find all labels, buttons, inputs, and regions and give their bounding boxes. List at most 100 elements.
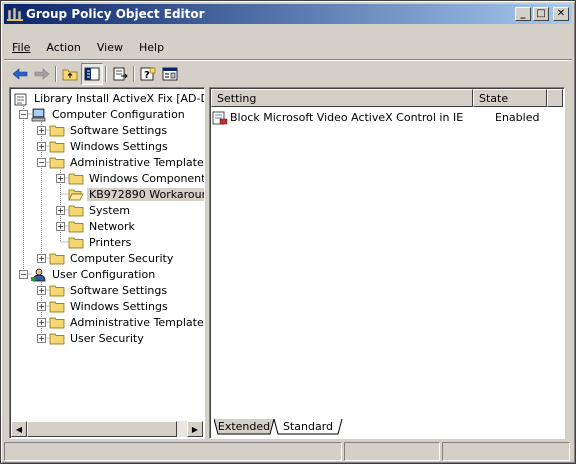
folder-icon (68, 172, 84, 185)
folder-icon (68, 220, 84, 233)
folder-icon (49, 252, 65, 265)
tree-uc-software-settings-label: Software Settings (70, 283, 168, 297)
scroll-right-icon[interactable]: ▶ (187, 421, 203, 437)
tree-kb972890-workaround[interactable]: KB972890 Workaround (68, 186, 204, 202)
tree-uc-administrative-templates[interactable]: + Administrative Templates (37, 314, 205, 330)
scroll-left-icon[interactable]: ◀ (11, 421, 27, 437)
tree-uc-windows-settings-label: Windows Settings (70, 299, 168, 313)
user-icon (31, 268, 47, 281)
minimize-button[interactable]: _ (515, 7, 531, 21)
menu-help-label: Help (138, 40, 165, 54)
forward-icon[interactable] (31, 63, 53, 85)
open-folder-icon (68, 188, 84, 201)
status-cell-3 (442, 442, 570, 461)
console-tree: Library Install ActiveX Fix [AD-DC-f − C… (10, 88, 204, 422)
window-title: Group Policy Object Editor (26, 7, 205, 21)
column-header-state[interactable]: State (473, 89, 547, 107)
setting-state: Enabled (495, 110, 540, 124)
tree-uc-windows-settings[interactable]: + Windows Settings (37, 298, 170, 314)
menu-view[interactable]: View (89, 39, 131, 56)
gpo-editor-window: Group Policy Object Editor _ □ ✕ File Ac… (0, 0, 576, 464)
collapse-icon[interactable]: − (19, 109, 28, 119)
expand-icon[interactable]: + (37, 253, 46, 263)
tree-uc-software-settings[interactable]: + Software Settings (37, 282, 169, 298)
details-pane[interactable]: Setting State Block Microsoft Video Acti… (209, 87, 565, 439)
group-policy-icon (7, 6, 23, 22)
tree-uc-administrative-templates-label: Administrative Templates (70, 315, 205, 329)
collapse-icon[interactable]: − (37, 157, 46, 167)
tree-user-security[interactable]: + User Security (37, 330, 146, 346)
menu-view-label: View (96, 40, 123, 54)
expand-icon[interactable]: + (37, 317, 46, 327)
expand-icon[interactable]: + (37, 301, 46, 311)
menu-file[interactable]: File (4, 39, 38, 56)
expand-icon[interactable]: + (56, 221, 65, 231)
expand-icon[interactable]: + (37, 285, 46, 295)
expand-icon[interactable]: + (37, 141, 46, 151)
expand-icon[interactable]: + (56, 205, 65, 215)
tree-computer-configuration-label: Computer Configuration (52, 107, 185, 121)
toolbar-separator (53, 64, 59, 84)
tree-printers-label: Printers (89, 235, 132, 249)
scroll-thumb[interactable] (27, 421, 177, 437)
up-folder-icon[interactable] (59, 63, 81, 85)
tree-computer-security[interactable]: + Computer Security (37, 250, 175, 266)
status-cell-2 (344, 442, 440, 461)
expand-icon[interactable]: + (37, 125, 46, 135)
show-hide-tree-icon[interactable] (81, 63, 103, 85)
tree-system[interactable]: + System (56, 202, 132, 218)
menu-action[interactable]: Action (38, 39, 88, 56)
tree-cc-software-settings[interactable]: + Software Settings (37, 122, 169, 138)
status-bar (4, 442, 572, 461)
folder-icon (49, 140, 65, 153)
folder-icon (49, 156, 65, 169)
list-item[interactable]: Block Microsoft Video ActiveX Control in… (212, 109, 549, 125)
tree-cc-software-settings-label: Software Settings (70, 123, 168, 137)
expand-icon[interactable]: + (37, 333, 46, 343)
toolbar-divider (4, 59, 572, 61)
close-button[interactable]: ✕ (553, 7, 569, 21)
policy-scroll-icon (13, 92, 29, 105)
folder-icon (49, 284, 65, 297)
collapse-icon[interactable]: − (19, 269, 28, 279)
status-cell-main (4, 442, 342, 461)
tab-extended[interactable]: Extended (214, 418, 274, 434)
tree-computer-configuration[interactable]: − Computer Configuration (19, 106, 187, 122)
tree-cc-administrative-templates[interactable]: − Administrative Templates (37, 154, 205, 170)
tree-horizontal-scrollbar[interactable]: ◀ ▶ (11, 421, 203, 437)
tab-standard[interactable]: Standard (274, 418, 342, 434)
tree-cc-windows-settings[interactable]: + Windows Settings (37, 138, 170, 154)
tree-network-label: Network (89, 219, 135, 233)
folder-icon (68, 204, 84, 217)
export-list-icon[interactable] (109, 63, 131, 85)
tree-windows-components-label: Windows Components (89, 171, 205, 185)
tree-computer-security-label: Computer Security (70, 251, 174, 265)
view-tabs: Extended Standard (214, 418, 343, 436)
tree-user-configuration[interactable]: − User Configuration (19, 266, 157, 282)
tree-root[interactable]: Library Install ActiveX Fix [AD-DC-f (13, 90, 204, 106)
tree-pane[interactable]: Library Install ActiveX Fix [AD-DC-f − C… (9, 87, 205, 439)
title-bar[interactable]: Group Policy Object Editor _ □ ✕ (4, 4, 572, 24)
tree-cc-administrative-templates-label: Administrative Templates (70, 155, 205, 169)
list-header: Setting State (211, 89, 563, 107)
tree-windows-components[interactable]: + Windows Components (56, 170, 205, 186)
maximize-button[interactable]: □ (533, 7, 549, 21)
tree-root-label: Library Install ActiveX Fix [AD-DC-f (34, 91, 204, 105)
menu-help[interactable]: Help (131, 39, 172, 56)
folder-icon (49, 124, 65, 137)
column-header-setting[interactable]: Setting (211, 89, 473, 107)
back-icon[interactable] (9, 63, 31, 85)
properties-icon[interactable] (159, 63, 181, 85)
computer-icon (31, 108, 47, 121)
folder-icon (49, 332, 65, 345)
tree-cc-windows-settings-label: Windows Settings (70, 139, 168, 153)
setting-name: Block Microsoft Video ActiveX Control in… (230, 110, 464, 124)
tree-network[interactable]: + Network (56, 218, 137, 234)
column-header-filler (547, 89, 563, 107)
folder-icon (49, 316, 65, 329)
folder-icon (49, 300, 65, 313)
help-icon[interactable]: ? (137, 63, 159, 85)
tree-system-label: System (89, 203, 131, 217)
expand-icon[interactable]: + (56, 173, 65, 183)
tree-printers[interactable]: Printers (68, 234, 133, 250)
